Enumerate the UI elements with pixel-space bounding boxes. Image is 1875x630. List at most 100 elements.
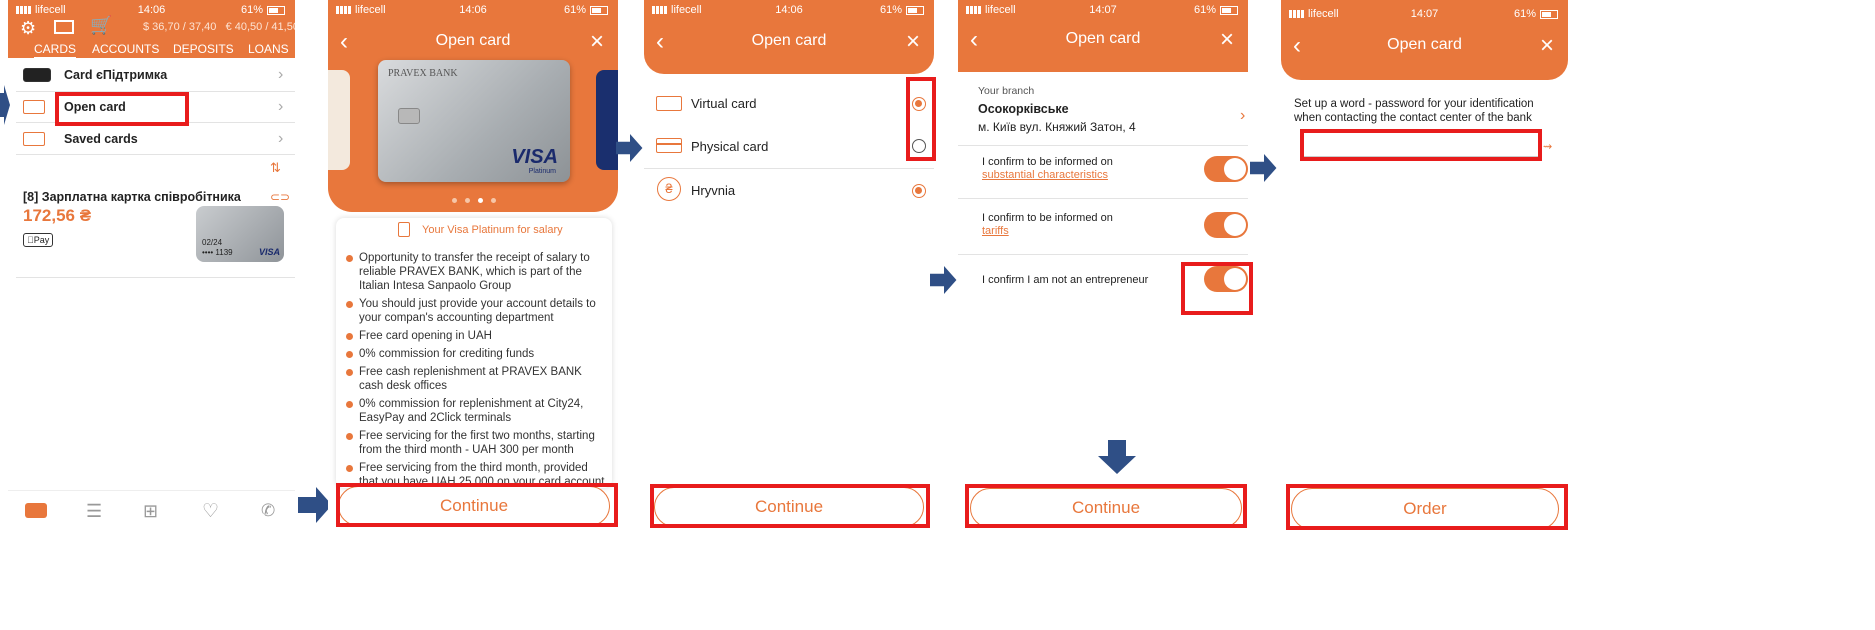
flow-arrow-icon bbox=[930, 266, 957, 294]
radio-hryvnia[interactable] bbox=[912, 184, 926, 198]
card-carousel-current[interactable]: PRAVEX BANK VISA Platinum bbox=[378, 60, 570, 182]
close-icon[interactable]: × bbox=[906, 28, 920, 56]
status-bar: lifecell 14:07 61% bbox=[958, 0, 1248, 20]
tab-accounts[interactable]: ACCOUNTS bbox=[92, 42, 159, 56]
card-brand: VISA bbox=[258, 247, 280, 257]
document-icon bbox=[398, 222, 410, 237]
highlight-password-input bbox=[1300, 129, 1542, 161]
close-icon[interactable]: × bbox=[1220, 26, 1234, 54]
divider bbox=[958, 145, 1248, 146]
divider bbox=[16, 277, 295, 278]
highlight-entrepreneur-toggle bbox=[1181, 262, 1253, 315]
screen-card-offer: lifecell 14:06 61% ‹ Open card × PRAVEX … bbox=[328, 0, 618, 630]
divider bbox=[958, 254, 1248, 255]
status-bar: lifecell 14:07 61% bbox=[1281, 4, 1568, 24]
page-title: Open card bbox=[751, 32, 827, 49]
card-tier: Platinum bbox=[528, 168, 556, 175]
screen-password: lifecell 14:07 61% ‹ Open card × Set up … bbox=[1281, 0, 1568, 630]
battery-level: 61% bbox=[563, 4, 586, 16]
battery-level: 61% bbox=[1513, 8, 1536, 20]
cart-icon[interactable]: 🛒 bbox=[90, 15, 112, 36]
screen-card-type: lifecell 14:06 61% ‹ Open card × Virtual… bbox=[644, 0, 934, 630]
toggle-tariffs[interactable] bbox=[1204, 212, 1248, 238]
link-icon: ⊂⊃ bbox=[270, 190, 291, 204]
nav-bar: ‹ Open card × bbox=[958, 20, 1248, 60]
bottom-nav: ☰ ⊞ ♡ ✆ bbox=[8, 490, 295, 530]
list-icon[interactable]: ☰ bbox=[86, 501, 102, 522]
phone-icon[interactable]: ✆ bbox=[261, 501, 275, 521]
list-item: Opportunity to transfer the receipt of s… bbox=[344, 251, 606, 293]
tab-deposits[interactable]: DEPOSITS bbox=[173, 42, 234, 56]
option-label-physical: Physical card bbox=[691, 139, 769, 154]
mail-icon[interactable] bbox=[54, 20, 74, 34]
menu-label-card-support: Card єПідтримка bbox=[64, 68, 168, 82]
card-bank-name: PRAVEX BANK bbox=[388, 68, 458, 79]
list-item: You should just provide your account det… bbox=[344, 297, 606, 325]
branch-selector[interactable]: Your branch Осокорківське м. Київ вул. К… bbox=[958, 82, 1248, 142]
highlight-card-type-radios bbox=[906, 77, 936, 161]
characteristics-link[interactable]: substantial characteristics bbox=[982, 169, 1108, 181]
battery-icon bbox=[1540, 9, 1558, 19]
wallet-icon[interactable] bbox=[25, 503, 47, 518]
nav-bar: ‹ Open card × bbox=[1281, 26, 1568, 66]
status-bar: lifecell 14:06 61% bbox=[8, 0, 295, 20]
toggle-characteristics[interactable] bbox=[1204, 156, 1248, 182]
page-title: Open card bbox=[435, 32, 511, 49]
highlight-continue-button bbox=[965, 484, 1247, 528]
card-carousel-next[interactable] bbox=[596, 70, 618, 170]
divider bbox=[958, 198, 1248, 199]
menu-item-saved-cards[interactable]: Saved cards › bbox=[8, 123, 295, 154]
tab-loans[interactable]: LOANS bbox=[248, 42, 289, 56]
sort-icon[interactable]: ⇅ bbox=[270, 160, 281, 176]
list-item: Free cash replenishment at PRAVEX BANK c… bbox=[344, 365, 606, 393]
physical-card-icon bbox=[656, 138, 682, 153]
branch-name: Осокорківське bbox=[978, 102, 1069, 116]
card-carousel-prev[interactable] bbox=[328, 70, 350, 170]
option-virtual-card[interactable]: Virtual card bbox=[644, 86, 934, 122]
confirm-characteristics-text: I confirm to be informed on bbox=[982, 156, 1113, 168]
option-label-virtual: Virtual card bbox=[691, 96, 757, 111]
chevron-right-icon: › bbox=[1240, 107, 1246, 124]
confirm-characteristics-row: I confirm to be informed on substantial … bbox=[958, 152, 1248, 192]
close-icon[interactable]: × bbox=[1540, 32, 1554, 60]
ewallet-icon bbox=[23, 68, 51, 82]
grid-icon[interactable]: ⊞ bbox=[143, 501, 158, 522]
confirm-tariffs-text: I confirm to be informed on bbox=[982, 212, 1113, 224]
settings-icon[interactable]: ⚙ bbox=[20, 18, 36, 39]
menu-item-card-support[interactable]: Card єПідтримка › bbox=[8, 60, 295, 91]
hryvnia-icon: ₴ bbox=[657, 177, 681, 201]
highlight-continue-button bbox=[336, 483, 618, 527]
promo-title: Your Visa Platinum for salary bbox=[422, 224, 563, 236]
exchange-rates: $ 36,70 / 37,40 € 40,50 / 41,50 bbox=[143, 21, 295, 33]
saved-card-icon bbox=[23, 132, 45, 146]
option-currency[interactable]: ₴ Hryvnia bbox=[644, 172, 934, 208]
add-card-icon bbox=[23, 100, 45, 114]
flow-arrow-icon bbox=[1250, 154, 1277, 182]
account-block[interactable]: [8] Зарплатна картка співробітника ⊂⊃ 17… bbox=[8, 186, 295, 276]
tab-cards[interactable]: CARDS bbox=[34, 42, 77, 59]
virtual-card-icon bbox=[656, 96, 682, 111]
benefits-panel: Your Visa Platinum for salary Opportunit… bbox=[336, 218, 612, 502]
option-physical-card[interactable]: Physical card bbox=[644, 128, 934, 164]
close-icon[interactable]: × bbox=[590, 28, 604, 56]
flow-arrow-icon bbox=[0, 85, 10, 125]
list-item: Free card opening in UAH bbox=[344, 329, 606, 343]
battery-level: 61% bbox=[240, 4, 263, 16]
apple-pay-badge: Pay bbox=[23, 233, 54, 247]
divider bbox=[644, 168, 934, 169]
nav-bar: ‹ Open card × bbox=[644, 22, 934, 62]
page-title: Open card bbox=[1387, 36, 1462, 53]
tariffs-link[interactable]: tariffs bbox=[982, 225, 1009, 237]
status-bar: lifecell 14:06 61% bbox=[328, 0, 618, 20]
branch-address: м. Київ вул. Княжий Затон, 4 bbox=[978, 120, 1136, 134]
list-item: Free servicing for the first two months,… bbox=[344, 429, 606, 457]
battery-icon bbox=[906, 5, 924, 15]
header-bar: lifecell 14:06 61% ⚙ 🛒 $ 36,70 / 37,40 €… bbox=[8, 0, 295, 59]
flow-arrow-down-icon bbox=[1098, 440, 1136, 474]
branch-label: Your branch bbox=[978, 85, 1035, 97]
chevron-right-icon: › bbox=[278, 130, 284, 147]
battery-icon bbox=[267, 5, 285, 15]
list-item: 0% commission for crediting funds bbox=[344, 347, 606, 361]
eye-hidden-icon[interactable]: ⇝ bbox=[1543, 140, 1552, 153]
heart-icon[interactable]: ♡ bbox=[202, 500, 219, 523]
